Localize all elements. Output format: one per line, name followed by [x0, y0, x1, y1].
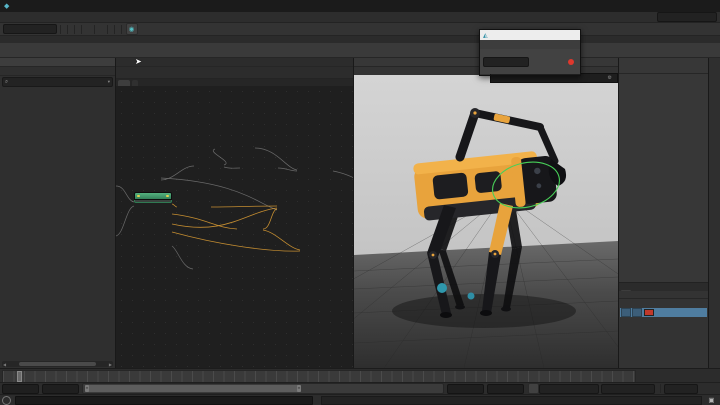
outliner-panel: ⌕ ▾ ◀ ▶ [0, 58, 116, 368]
account-icon: ◉ [125, 23, 138, 35]
current-frame-marker[interactable] [17, 371, 22, 382]
command-input[interactable] [15, 395, 313, 405]
layer-editor-toolbar [619, 299, 708, 307]
layer-editor-menus [619, 291, 708, 299]
command-result-field[interactable] [321, 395, 702, 405]
character-set-dropdown[interactable] [539, 383, 599, 394]
layer-visibility-toggle[interactable] [621, 308, 631, 317]
time-slider [0, 368, 720, 383]
display-layer-row[interactable] [620, 308, 707, 317]
animation-start-field[interactable] [2, 383, 39, 394]
outliner-menus [0, 67, 115, 76]
render-status-dropdown[interactable] [483, 56, 529, 67]
node-connections [116, 147, 353, 270]
node-editor-menus [116, 58, 353, 67]
locator-sphere-1[interactable] [437, 283, 447, 293]
range-handle-right[interactable]: ≡ [297, 385, 301, 392]
outliner-scrollbar[interactable]: ◀ ▶ [2, 361, 113, 367]
locator-sphere-2[interactable] [467, 292, 475, 300]
script-editor-toggle-icon[interactable] [2, 395, 11, 405]
auto-keyframe-icon[interactable] [527, 383, 539, 394]
viewport-3d[interactable] [354, 75, 618, 368]
fps-dropdown[interactable] [664, 383, 698, 394]
range-slider[interactable]: ≡ ≡ [82, 383, 444, 394]
outliner-tree [0, 84, 115, 360]
node-graph[interactable] [116, 86, 353, 368]
tab-anim[interactable] [631, 290, 641, 291]
playback-range-bar[interactable]: ≡ ≡ [85, 385, 301, 392]
animation-end-field[interactable] [487, 383, 524, 394]
anim-layer-dropdown[interactable] [601, 383, 655, 394]
shelf [0, 43, 720, 58]
viewport-panel [354, 58, 618, 368]
playback-end-field[interactable] [447, 383, 484, 394]
node-editor-toolbar [116, 67, 353, 79]
channel-box-header-icons [619, 58, 708, 65]
arnold-window-toolbar [480, 49, 580, 74]
selection-mode-dropdown[interactable] [3, 24, 57, 34]
maya-file-icon: ◆ [4, 2, 10, 10]
arnold-window-titlebar[interactable]: ◭ [480, 30, 580, 40]
maya-window: ◆ ◉ ⌕ ▾ ◀ ▶ ⚙ ◭ ≡ ≡ ▣ ➤ [0, 0, 720, 405]
shelf-tabs [0, 36, 720, 43]
title-bar: ◆ [0, 0, 720, 12]
command-line: ▣ [0, 394, 720, 405]
workspace-selector[interactable] [657, 12, 717, 22]
channel-box-rows [619, 74, 708, 76]
channel-box-menus [619, 65, 708, 74]
arnold-icon: ◭ [483, 31, 488, 39]
right-sidebar-strip [708, 58, 720, 368]
gear-icon[interactable]: ⚙ [608, 75, 612, 81]
layer-playback-toggle[interactable] [632, 308, 642, 317]
playback-start-field[interactable] [42, 383, 79, 394]
node-attribute-rows [134, 200, 172, 203]
status-line: ◉ [0, 23, 720, 36]
script-editor-icon[interactable]: ▣ [706, 394, 718, 405]
scene-render [354, 75, 618, 368]
render-active-indicator [568, 58, 574, 65]
arnold-viewport-window[interactable]: ◭ [479, 29, 581, 76]
node-header[interactable] [134, 192, 172, 200]
range-handle-left[interactable]: ≡ [85, 385, 89, 392]
layer-color-swatch[interactable] [644, 309, 654, 316]
node-editor-panel [116, 58, 354, 368]
layer-editor [619, 282, 708, 368]
layer-editor-tabs [619, 283, 708, 291]
node-head-ctrl-expanded[interactable] [134, 192, 172, 203]
channel-box-panel [618, 58, 708, 368]
arnold-window-menus [480, 40, 580, 49]
outliner-title[interactable] [0, 58, 115, 67]
range-slider-row: ≡ ≡ [0, 382, 720, 394]
tab-display[interactable] [621, 290, 631, 291]
main-menu-bar [0, 12, 720, 23]
